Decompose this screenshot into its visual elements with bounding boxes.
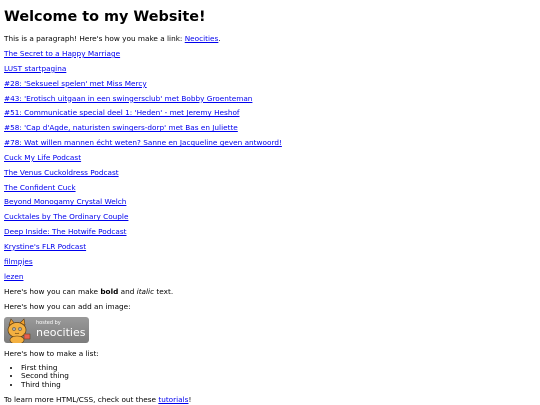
link-item[interactable]: #78: Wat willen mannen écht weten? Sanne…: [4, 138, 534, 147]
link-list: The Secret to a Happy Marriage LUST star…: [4, 49, 534, 281]
italic-text: italic: [136, 286, 155, 296]
formatting-middle: and: [118, 286, 137, 296]
badge-big-text: neocities: [36, 325, 86, 339]
page-title: Welcome to my Website!: [4, 9, 206, 25]
outro-paragraph: To learn more HTML/CSS, check out these …: [4, 395, 534, 404]
list-item: Third thing: [21, 380, 534, 390]
formatting-before: Here's how you can make: [4, 286, 101, 296]
link-item[interactable]: Deep Inside: The Hotwife Podcast: [4, 227, 534, 236]
formatting-paragraph: Here's how you can make bold and italic …: [4, 287, 534, 296]
outro-text: To learn more HTML/CSS, check out these: [4, 395, 159, 404]
neocities-cat-icon: [7, 317, 31, 343]
link-item[interactable]: Cuck My Life Podcast: [4, 153, 534, 162]
link-item[interactable]: Cucktales by The Ordinary Couple: [4, 212, 534, 221]
link-item[interactable]: The Confident Cuck: [4, 183, 534, 192]
tutorials-link[interactable]: tutorials: [158, 395, 188, 404]
link-item[interactable]: The Secret to a Happy Marriage: [4, 49, 534, 58]
intro-paragraph: This is a paragraph! Here's how you make…: [4, 34, 534, 43]
link-item[interactable]: The Venus Cuckoldress Podcast: [4, 168, 534, 177]
link-item[interactable]: #43: 'Erotisch uitgaan in een swingerscl…: [4, 94, 534, 103]
link-item[interactable]: #58: 'Cap d'Agde, naturisten swingers-do…: [4, 123, 534, 132]
formatting-after: text.: [154, 286, 174, 296]
intro-text: This is a paragraph! Here's how you make…: [4, 34, 185, 43]
list-item: Second thing: [21, 371, 534, 381]
link-item[interactable]: #51: Communicatie special deel 1: 'Heden…: [4, 108, 534, 117]
outro-end: !: [188, 395, 192, 404]
link-item[interactable]: #28: 'Seksueel spelen' met Miss Mercy: [4, 79, 534, 88]
list-intro-paragraph: Here's how to make a list:: [4, 348, 99, 358]
list-item: First thing: [21, 363, 534, 373]
link-item[interactable]: Beyond Monogamy Crystal Welch: [4, 197, 534, 206]
image-paragraph: Here's how you can add an image:: [4, 301, 131, 311]
neocities-link[interactable]: Neocities: [185, 34, 219, 43]
link-item[interactable]: Krystine's FLR Podcast: [4, 242, 534, 251]
link-item[interactable]: LUST startpagina: [4, 64, 534, 73]
intro-end: .: [218, 34, 221, 43]
link-item[interactable]: lezen: [4, 272, 534, 281]
example-list: First thing Second thing Third thing: [4, 363, 534, 390]
page-content: Welcome to my Website! This is a paragra…: [4, 9, 534, 404]
link-item[interactable]: filmpjes: [4, 257, 534, 266]
hosted-by-neocities-badge[interactable]: hosted by neocities: [4, 316, 89, 343]
bold-text: bold: [100, 286, 119, 296]
